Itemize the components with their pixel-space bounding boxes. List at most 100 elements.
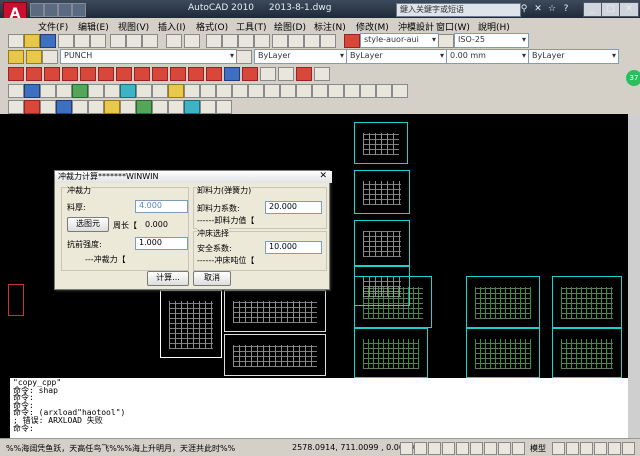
custom-tool-12-icon[interactable]: [206, 67, 222, 81]
undo-icon[interactable]: [72, 3, 86, 17]
dyn-icon[interactable]: [498, 442, 511, 455]
zoom-realtime-icon[interactable]: [222, 34, 238, 48]
custom-tool-5-icon[interactable]: [80, 67, 96, 81]
die-tool-2-icon[interactable]: [24, 100, 40, 114]
trim-icon[interactable]: [248, 84, 264, 98]
die-tool-12-icon[interactable]: [184, 100, 200, 114]
custom-tool-9-icon[interactable]: [152, 67, 168, 81]
dim-style-select[interactable]: ISO-25: [454, 33, 529, 48]
point-icon[interactable]: [136, 84, 152, 98]
zoom-icon[interactable]: [566, 442, 579, 455]
workspace-icon[interactable]: [594, 442, 607, 455]
open-file-icon[interactable]: [24, 34, 40, 48]
die-tool-4-icon[interactable]: [56, 100, 72, 114]
die-tool-7-icon[interactable]: [104, 100, 120, 114]
custom-tool-16-icon[interactable]: [278, 67, 294, 81]
vertical-scrollbar[interactable]: [628, 114, 640, 438]
break-icon[interactable]: [392, 84, 408, 98]
die-tool-10-icon[interactable]: [152, 100, 168, 114]
search-icon[interactable]: ⚲: [518, 3, 530, 15]
notification-badge[interactable]: 37: [626, 70, 640, 86]
zoom-previous-icon[interactable]: [254, 34, 270, 48]
custom-tool-6-icon[interactable]: [98, 67, 114, 81]
maximize-button[interactable]: □: [601, 2, 620, 17]
save-file-icon[interactable]: [40, 34, 56, 48]
custom-tool-8-icon[interactable]: [134, 67, 150, 81]
draw-rect-icon[interactable]: [72, 84, 88, 98]
layer-select[interactable]: PUNCH: [60, 49, 237, 64]
otrack-icon[interactable]: [470, 442, 483, 455]
open-icon[interactable]: [44, 3, 58, 17]
custom-tool-1-icon[interactable]: [8, 67, 24, 81]
extend-icon[interactable]: [264, 84, 280, 98]
region-icon[interactable]: [152, 84, 168, 98]
mirror-icon[interactable]: [328, 84, 344, 98]
clean-screen-icon[interactable]: [622, 442, 635, 455]
design-center-icon[interactable]: [288, 34, 304, 48]
properties-icon[interactable]: [272, 34, 288, 48]
rotate-icon[interactable]: [216, 84, 232, 98]
die-tool-14-icon[interactable]: [216, 100, 232, 114]
fillet-icon[interactable]: [280, 84, 296, 98]
cut-icon[interactable]: [110, 34, 126, 48]
publish-icon[interactable]: [90, 34, 106, 48]
tools-icon[interactable]: ✕: [532, 3, 544, 15]
preview-icon[interactable]: [74, 34, 90, 48]
print-icon[interactable]: [58, 34, 74, 48]
draw-polyline-icon[interactable]: [24, 84, 40, 98]
strip-coef-input[interactable]: 20.000: [265, 201, 322, 214]
custom-tool-11-icon[interactable]: [188, 67, 204, 81]
die-tool-9-icon[interactable]: [136, 100, 152, 114]
die-tool-13-icon[interactable]: [200, 100, 216, 114]
star-icon[interactable]: ☆: [546, 3, 558, 15]
custom-tool-13-icon[interactable]: [224, 67, 240, 81]
calculator-icon[interactable]: [320, 34, 336, 48]
search-input[interactable]: 鍵入关鍵字或短语: [396, 3, 521, 17]
undo-button-icon[interactable]: [166, 34, 182, 48]
ortho-icon[interactable]: [428, 442, 441, 455]
draw-arc-icon[interactable]: [56, 84, 72, 98]
die-tool-11-icon[interactable]: [168, 100, 184, 114]
stretch-icon[interactable]: [376, 84, 392, 98]
cancel-button[interactable]: 取消: [193, 271, 231, 286]
custom-tool-15-icon[interactable]: [260, 67, 276, 81]
copy-icon[interactable]: [126, 34, 142, 48]
explode-icon[interactable]: [312, 84, 328, 98]
tool-palette-icon[interactable]: [304, 34, 320, 48]
die-tool-3-icon[interactable]: [40, 100, 56, 114]
table-icon[interactable]: [168, 84, 184, 98]
custom-tool-7-icon[interactable]: [116, 67, 132, 81]
osnap-icon[interactable]: [456, 442, 469, 455]
close-button[interactable]: ✕: [619, 2, 639, 17]
scale-icon[interactable]: [232, 84, 248, 98]
custom-tool-14-icon[interactable]: [242, 67, 258, 81]
thickness-input[interactable]: 4.000: [135, 200, 188, 213]
layer-on-icon[interactable]: [26, 50, 42, 64]
layout-icon[interactable]: [552, 442, 565, 455]
insert-icon[interactable]: [120, 84, 136, 98]
custom-tool-10-icon[interactable]: [170, 67, 186, 81]
lock-icon[interactable]: [608, 442, 621, 455]
die-tool-5-icon[interactable]: [72, 100, 88, 114]
custom-tool-17-icon[interactable]: [296, 67, 312, 81]
lineweight-icon[interactable]: [512, 442, 525, 455]
zoom-window-icon[interactable]: [238, 34, 254, 48]
array-icon[interactable]: [360, 84, 376, 98]
annotation-scale-icon[interactable]: [580, 442, 593, 455]
command-window[interactable]: "copy_cpp" 命令: shap 命令: 命令: 命令: (arxload…: [10, 378, 628, 438]
paste-icon[interactable]: [142, 34, 158, 48]
make-current-icon[interactable]: [236, 50, 252, 64]
move-icon[interactable]: [200, 84, 216, 98]
ducs-icon[interactable]: [484, 442, 497, 455]
strength-input[interactable]: 1.000: [135, 237, 188, 250]
redo-button-icon[interactable]: [184, 34, 200, 48]
die-tool-8-icon[interactable]: [120, 100, 136, 114]
minimize-button[interactable]: _: [583, 2, 602, 17]
snap-icon[interactable]: [400, 442, 413, 455]
die-tool-1-icon[interactable]: [8, 100, 24, 114]
select-entity-button[interactable]: 选图元: [67, 217, 109, 232]
custom-tool-4-icon[interactable]: [62, 67, 78, 81]
plotstyle-select[interactable]: ByLayer: [528, 49, 619, 64]
block-icon[interactable]: [104, 84, 120, 98]
close-icon[interactable]: ✕: [319, 171, 327, 181]
